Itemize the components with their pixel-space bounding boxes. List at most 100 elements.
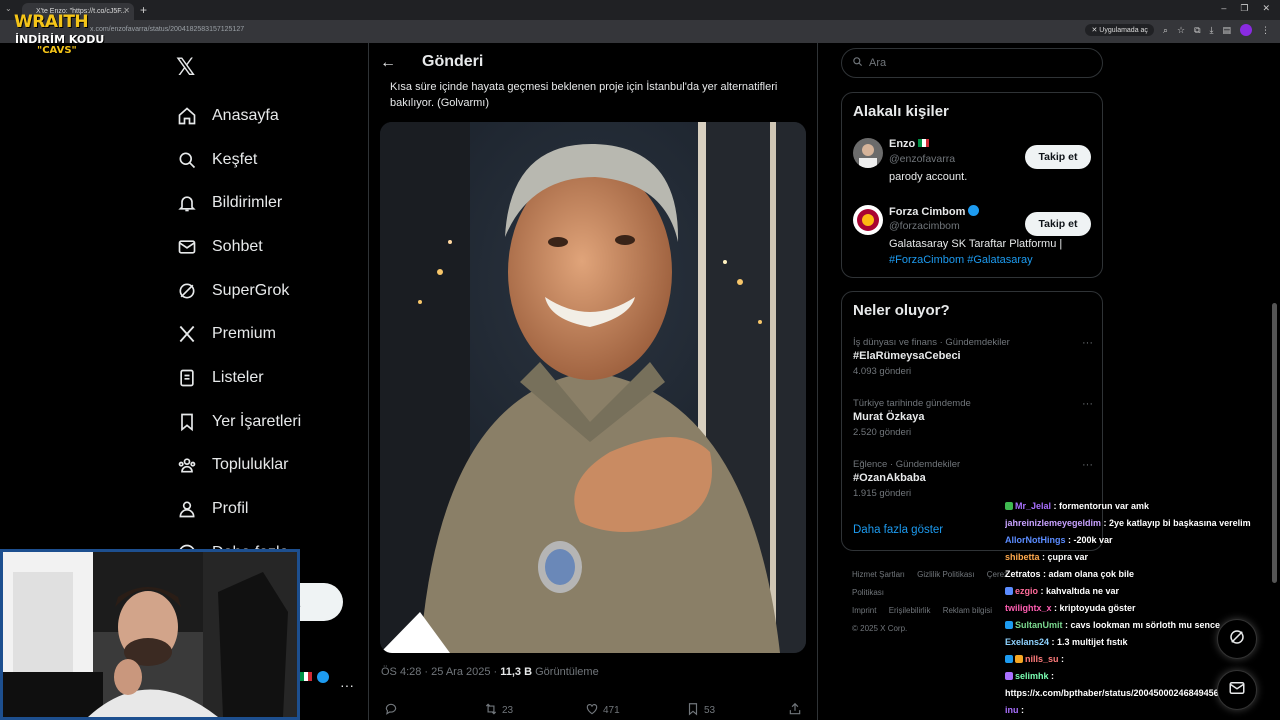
x-logo-icon[interactable]: 𝕏: [176, 53, 195, 82]
account-more-button[interactable]: ···: [340, 677, 354, 693]
nav-item-profile[interactable]: Profil: [176, 487, 301, 531]
footer-link[interactable]: Hizmet Şartları: [852, 570, 905, 579]
trend-item[interactable]: Eğlence · Gündemdekiler #OzanAkbaba 1.91…: [853, 459, 1093, 499]
person-bio: parody account.: [889, 171, 968, 183]
share-button[interactable]: [788, 702, 802, 719]
open-in-app-button[interactable]: ✕ Uygulamada aç: [1085, 24, 1154, 36]
messages-floating-button[interactable]: [1217, 670, 1257, 710]
chat-message: jahreinizlemeyegeldim : 2ye katlayıp bi …: [1005, 518, 1280, 535]
retweet-icon: [484, 702, 498, 719]
chat-text: : -200k var: [1065, 535, 1113, 545]
search-input[interactable]: Ara: [841, 48, 1103, 78]
person-bio-hashtags[interactable]: #ForzaCimbom #Galatasaray: [889, 254, 1033, 266]
copyright: © 2025 X Corp.: [852, 624, 908, 633]
nav-label: Premium: [212, 325, 277, 343]
chat-text: : adam olana çok bile: [1040, 569, 1135, 579]
mail-icon: [1228, 679, 1246, 702]
nav-item-communities[interactable]: Topluluklar: [176, 444, 301, 488]
tab-search-icon[interactable]: ⌄: [5, 4, 12, 13]
profile-avatar[interactable]: [1240, 24, 1252, 36]
follow-button[interactable]: Takip et: [1025, 212, 1091, 236]
bell-icon: [176, 193, 197, 214]
avatar[interactable]: [853, 138, 883, 168]
nav-item-bookmarks[interactable]: Yer İşaretleri: [176, 400, 301, 444]
chat-username: ezgio: [1015, 586, 1039, 596]
chat-text: : kriptoyuda göster: [1051, 603, 1136, 613]
chat-badge-icon: [1005, 587, 1013, 595]
heart-icon: [585, 702, 599, 719]
show-more-link[interactable]: Daha fazla göster: [853, 524, 943, 536]
extensions-icon[interactable]: ⧉: [1194, 25, 1200, 36]
chat-text: : kahvaltıda ne var: [1038, 586, 1120, 596]
trends-title: Neler oluyor?: [853, 302, 950, 319]
view-count: 11,3 B: [500, 666, 533, 678]
nav-label: Topluluklar: [212, 456, 289, 474]
grok-floating-button[interactable]: [1217, 619, 1257, 659]
retweet-button[interactable]: 23: [484, 702, 513, 719]
follow-button[interactable]: Takip et: [1025, 145, 1091, 169]
url-text[interactable]: x.com/enzofavarra/status/200418258315712…: [90, 26, 244, 33]
chat-message: twilightx_x : kriptoyuda göster: [1005, 603, 1280, 620]
footer-link[interactable]: Gizlilik Politikası: [917, 570, 974, 579]
nav-label: Anasayfa: [212, 106, 279, 124]
nav-label: Profil: [212, 500, 249, 518]
tweet-photo[interactable]: [380, 122, 806, 653]
chat-text: :: [1018, 705, 1024, 715]
grok-icon: [176, 280, 197, 301]
nav-item-lists[interactable]: Listeler: [176, 356, 301, 400]
like-button[interactable]: 471: [585, 702, 620, 719]
trend-item[interactable]: Türkiye tarihinde gündemde Murat Özkaya …: [853, 398, 1093, 438]
new-tab-icon[interactable]: +: [140, 3, 147, 17]
chat-badge-icon: [1015, 655, 1023, 663]
search-placeholder: Ara: [869, 57, 887, 69]
zoom-icon[interactable]: ⌕: [1163, 25, 1168, 36]
tweet-meta: ÖS 4:28 · 25 Ara 2025 · 11,3 B Görüntüle…: [381, 666, 599, 678]
more-icon[interactable]: ···: [1082, 337, 1093, 349]
nav-label: Bildirimler: [212, 194, 283, 212]
nav-label: Yer İşaretleri: [212, 412, 302, 430]
chat-username: selimhk: [1015, 671, 1049, 681]
like-count: 471: [603, 705, 620, 716]
nav-item-explore[interactable]: Keşfet: [176, 138, 301, 182]
trend-item[interactable]: İş dünyası ve finans · Gündemdekiler #El…: [853, 337, 1093, 377]
footer-link[interactable]: Imprint: [852, 606, 876, 615]
person-card[interactable]: Forza Cimbom @forzacimbom Galatasaray SK…: [853, 205, 1093, 275]
person-name[interactable]: Forza Cimbom: [889, 205, 980, 218]
chat-text: : formentorun var amk: [1051, 501, 1150, 511]
chat-username: Zetratos: [1005, 569, 1041, 579]
trend-name: Murat Özkaya: [853, 411, 925, 423]
nav-item-grok[interactable]: SuperGrok: [176, 269, 301, 313]
chat-text: : 1.3 multijet fıstık: [1049, 637, 1128, 647]
tab-close-icon[interactable]: ✕: [123, 6, 130, 15]
maximize-icon[interactable]: ❐: [1240, 3, 1248, 14]
more-icon[interactable]: ···: [1082, 459, 1093, 471]
trend-name: #ElaRümeysaCebeci: [853, 350, 961, 362]
reply-button[interactable]: [384, 702, 398, 719]
nav-item-home[interactable]: Anasayfa: [176, 94, 301, 138]
sidebar-nav: Anasayfa Keşfet Bildirimler Sohbet Super…: [176, 94, 301, 575]
avatar[interactable]: [853, 205, 883, 235]
nav-item-messages[interactable]: Sohbet: [176, 225, 301, 269]
tweet-timestamp[interactable]: ÖS 4:28 · 25 Ara 2025 ·: [381, 666, 500, 678]
trend-count: 4.093 gönderi: [853, 366, 912, 377]
retweet-count: 23: [502, 705, 514, 716]
browser-tabbar: ⌄ X'te Enzo: "https://t.co/cJ5F... ✕ + –…: [0, 0, 1280, 20]
bookmark-button[interactable]: 53: [686, 702, 715, 719]
nav-item-premium[interactable]: Premium: [176, 312, 301, 356]
footer-link[interactable]: Reklam bilgisi: [943, 606, 992, 615]
webcam-overlay: [0, 549, 300, 720]
more-icon[interactable]: ···: [1082, 398, 1093, 410]
nav-item-notifications[interactable]: Bildirimler: [176, 181, 301, 225]
close-window-icon[interactable]: ✕: [1262, 3, 1270, 14]
download-icon[interactable]: ⤓: [1210, 25, 1214, 36]
footer-link[interactable]: Erişilebilirlik: [889, 606, 931, 615]
person-name[interactable]: Enzo: [889, 138, 930, 150]
minimize-icon[interactable]: –: [1221, 3, 1226, 14]
chat-badge-icon: [1005, 672, 1013, 680]
sidepanel-icon[interactable]: ▤: [1222, 25, 1231, 36]
back-arrow-icon[interactable]: ←: [380, 54, 396, 72]
address-bar: x.com/enzofavarra/status/200418258315712…: [0, 20, 1280, 43]
menu-icon[interactable]: ⋮: [1261, 25, 1270, 36]
star-icon[interactable]: ☆: [1177, 25, 1185, 36]
person-card[interactable]: Enzo @enzofavarra parody account. Takip …: [853, 138, 1093, 188]
